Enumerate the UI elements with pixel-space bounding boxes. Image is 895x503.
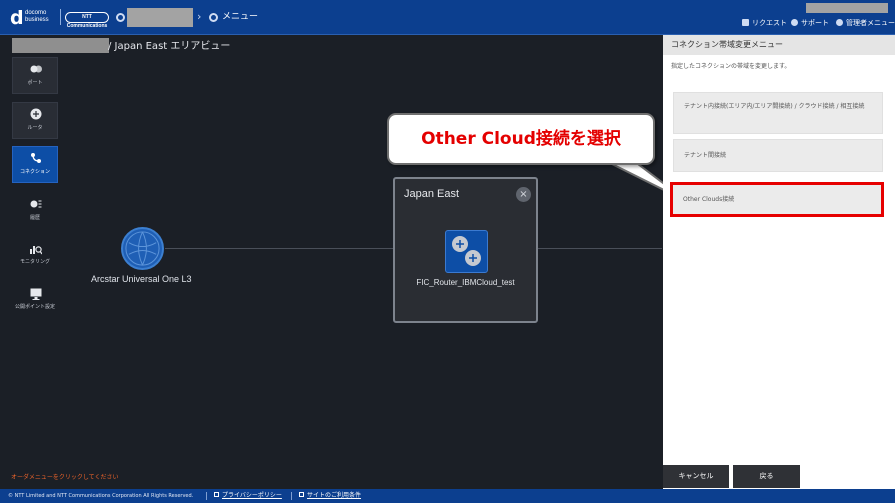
app-root: d docomo business NTT Communications › メ… <box>0 0 895 503</box>
nav-item-monitoring[interactable]: モニタリング <box>9 243 61 273</box>
panel-description: 指定したコネクションの帯域を変更します。 <box>671 63 791 70</box>
logo-wordmark: docomo business <box>25 10 49 24</box>
nav-item-label: ポート <box>27 80 43 86</box>
cancel-button[interactable]: キャンセル <box>663 465 729 488</box>
panel-header: コネクション帯域変更メニュー <box>663 35 895 55</box>
monitoring-icon <box>30 246 42 255</box>
nav-item-label: 公開ポイント設定 <box>14 304 55 310</box>
callout-text: Other Cloud接続を選択 <box>421 129 621 149</box>
user-name-redacted <box>806 3 888 13</box>
logo-line-2: business <box>25 17 49 23</box>
terms-link[interactable]: サイトのご利用条件 <box>299 492 361 500</box>
area-title: Japan East <box>404 188 460 200</box>
instruction-callout: Other Cloud接続を選択 <box>387 113 655 165</box>
gear-icon <box>836 19 843 26</box>
page-title-redacted <box>12 38 109 53</box>
menu-icon[interactable] <box>209 13 218 22</box>
admin-menu-label: 管理者メニュー <box>846 19 895 27</box>
request-label: リクエスト <box>752 19 787 27</box>
top-header: d docomo business NTT Communications › メ… <box>0 0 895 35</box>
connection-icon <box>31 153 41 163</box>
globe-icon <box>125 231 160 266</box>
option-tenant-internal[interactable]: テナント内接続(エリア内/エリア間接続) / クラウド接続 / 相互接続 <box>673 92 883 134</box>
panel-title: コネクション帯域変更メニュー <box>671 40 783 49</box>
option-label: Other Clouds接続 <box>683 196 735 203</box>
back-button[interactable]: 戻る <box>733 465 800 488</box>
docomo-business-logo[interactable]: d docomo business <box>10 7 58 29</box>
privacy-label: プライバシーポリシー <box>222 492 282 499</box>
nav-item-label: モニタリング <box>19 259 50 265</box>
external-link-icon <box>214 492 219 497</box>
breadcrumb-menu[interactable]: メニュー <box>222 11 258 24</box>
logo-d-mark: d <box>10 7 24 29</box>
option-other-clouds[interactable]: Other Clouds接続 <box>670 182 884 217</box>
copyright: © NTT Limited and NTT Communications Cor… <box>8 493 194 499</box>
request-link[interactable]: リクエスト <box>742 18 787 28</box>
bandwidth-change-panel: コネクション帯域変更メニュー 指定したコネクションの帯域を変更します。 テナント… <box>663 35 895 503</box>
port-icon <box>30 65 42 73</box>
nav-item-label: コネクション <box>19 169 50 175</box>
logo-divider <box>60 9 61 25</box>
area-box-japan-east[interactable]: Japan East × FIC_Router_IBMCloud_test <box>393 177 538 323</box>
terms-label: サイトのご利用条件 <box>307 492 362 499</box>
support-label: サポート <box>801 19 829 27</box>
external-link-icon <box>299 492 304 497</box>
nav-item-history[interactable]: 履歴 <box>9 199 61 229</box>
footer: © NTT Limited and NTT Communications Cor… <box>0 489 895 503</box>
option-label: テナント内接続(エリア内/エリア間接続) / クラウド接続 / 相互接続 <box>684 103 865 110</box>
router-label: FIC_Router_IBMCloud_test <box>416 278 515 287</box>
nav-item-router[interactable]: ルータ <box>12 102 58 139</box>
router-icon <box>30 108 42 120</box>
ntt-communications-logo: NTT Communications <box>65 12 109 29</box>
monitor-icon <box>30 288 42 300</box>
breadcrumb-home-icon[interactable] <box>116 13 125 22</box>
order-message: オーダメニューをクリックしてください <box>11 474 119 481</box>
footer-divider <box>206 492 207 500</box>
arcstar-label: Arcstar Universal One L3 <box>91 274 192 284</box>
chevron-right-icon: › <box>197 10 202 23</box>
nav-item-label: ルータ <box>27 125 43 131</box>
nav-item-connection[interactable]: コネクション <box>12 146 58 183</box>
nav-item-port[interactable]: ポート <box>12 57 58 94</box>
footer-divider <box>291 492 292 500</box>
option-inter-tenant[interactable]: テナント間接続 <box>673 139 883 172</box>
admin-menu-link[interactable]: 管理者メニュー <box>836 18 895 28</box>
logo-line-1: docomo <box>25 10 47 16</box>
nav-item-public-point[interactable]: 公開ポイント設定 <box>9 288 61 318</box>
support-link[interactable]: サポート <box>791 18 829 28</box>
nav-item-label: 履歴 <box>29 215 40 221</box>
router-node[interactable] <box>445 230 488 273</box>
page-title: / Japan East エリアビュー <box>108 41 231 52</box>
breadcrumb-redacted[interactable] <box>127 8 193 27</box>
privacy-policy-link[interactable]: プライバシーポリシー <box>214 492 282 500</box>
help-circle-icon <box>791 19 798 26</box>
bell-icon <box>742 19 749 26</box>
history-icon <box>30 200 42 208</box>
router-node-icon <box>452 236 481 266</box>
arcstar-node[interactable] <box>121 227 164 270</box>
close-icon[interactable]: × <box>516 187 531 202</box>
option-label: テナント間接続 <box>684 152 727 159</box>
